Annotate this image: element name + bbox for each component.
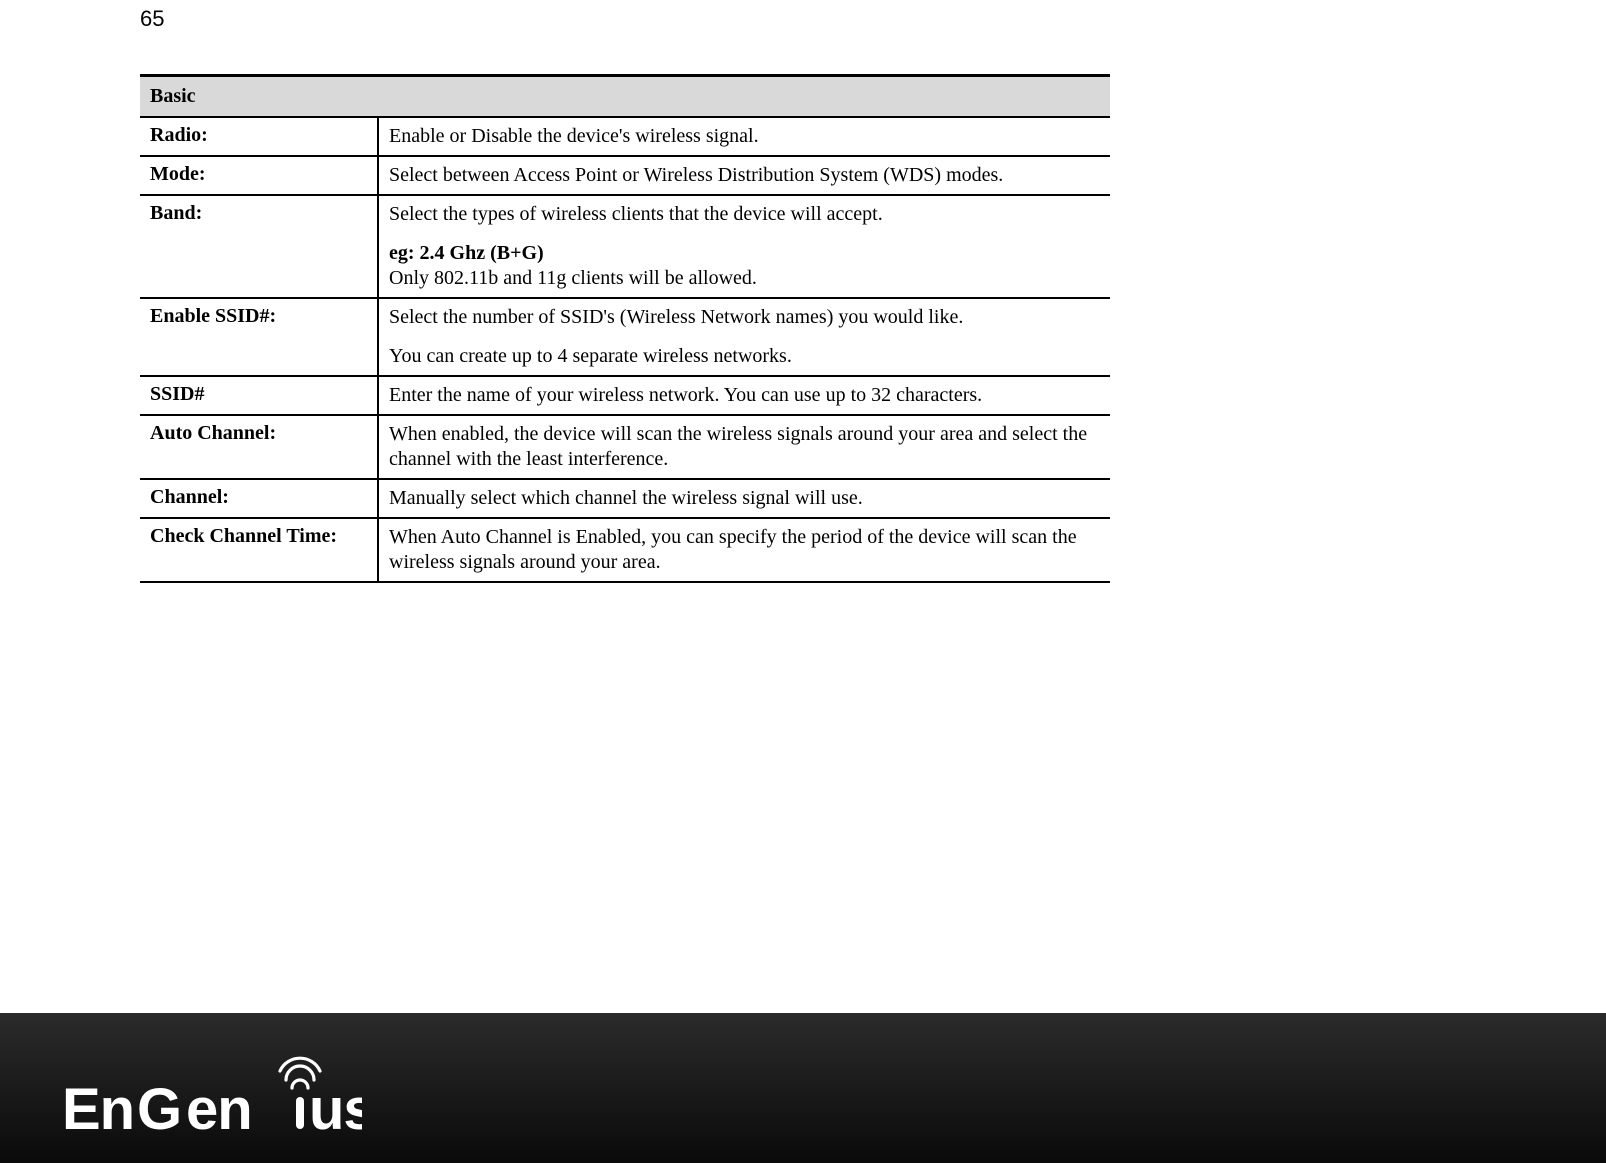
row-desc: Manually select which channel the wirele…: [378, 479, 1110, 518]
page-number: 65: [140, 6, 1140, 32]
row-desc: Select the number of SSID's (Wireless Ne…: [378, 298, 1110, 376]
footer-bar: En G en us ®: [0, 1013, 1606, 1163]
row-desc: Select the types of wireless clients tha…: [378, 195, 1110, 298]
brand-text-tail: us: [309, 1077, 362, 1141]
table-row: Enable SSID#: Select the number of SSID'…: [140, 298, 1110, 376]
row-desc-line: Only 802.11b and 11g clients will be all…: [389, 267, 757, 289]
table-row: Auto Channel: When enabled, the device w…: [140, 415, 1110, 479]
row-desc-line: Select the types of wireless clients tha…: [389, 203, 883, 225]
row-label: Auto Channel:: [140, 415, 378, 479]
svg-text:en: en: [186, 1077, 252, 1141]
row-label: Channel:: [140, 479, 378, 518]
table-header: Basic: [140, 76, 1110, 118]
row-desc: When Auto Channel is Enabled, you can sp…: [378, 518, 1110, 582]
row-desc-eg: eg: 2.4 Ghz (B+G): [389, 242, 544, 264]
row-label: Enable SSID#:: [140, 298, 378, 376]
row-label: Band:: [140, 195, 378, 298]
row-desc-line: You can create up to 4 separate wireless…: [389, 345, 792, 367]
row-label: Check Channel Time:: [140, 518, 378, 582]
table-row: Band: Select the types of wireless clien…: [140, 195, 1110, 298]
table-row: Check Channel Time: When Auto Channel is…: [140, 518, 1110, 582]
row-desc-line: Select the number of SSID's (Wireless Ne…: [389, 306, 963, 328]
row-label: SSID#: [140, 376, 378, 415]
table-row: Channel: Manually select which channel t…: [140, 479, 1110, 518]
row-desc: Select between Access Point or Wireless …: [378, 156, 1110, 195]
row-label: Radio:: [140, 117, 378, 156]
svg-text:En: En: [62, 1077, 134, 1141]
brand-logo: En G en us ®: [62, 1051, 362, 1141]
row-desc: When enabled, the device will scan the w…: [378, 415, 1110, 479]
row-desc: Enable or Disable the device's wireless …: [378, 117, 1110, 156]
table-row: SSID# Enter the name of your wireless ne…: [140, 376, 1110, 415]
basic-table: Basic Radio: Enable or Disable the devic…: [140, 74, 1110, 583]
row-label: Mode:: [140, 156, 378, 195]
table-row: Mode: Select between Access Point or Wir…: [140, 156, 1110, 195]
row-desc: Enter the name of your wireless network.…: [378, 376, 1110, 415]
svg-text:G: G: [137, 1077, 182, 1141]
engenius-logo-icon: En G en us ®: [62, 1051, 362, 1141]
table-row: Radio: Enable or Disable the device's wi…: [140, 117, 1110, 156]
document-content: 65 Basic Radio: Enable or Disable the de…: [140, 0, 1140, 583]
